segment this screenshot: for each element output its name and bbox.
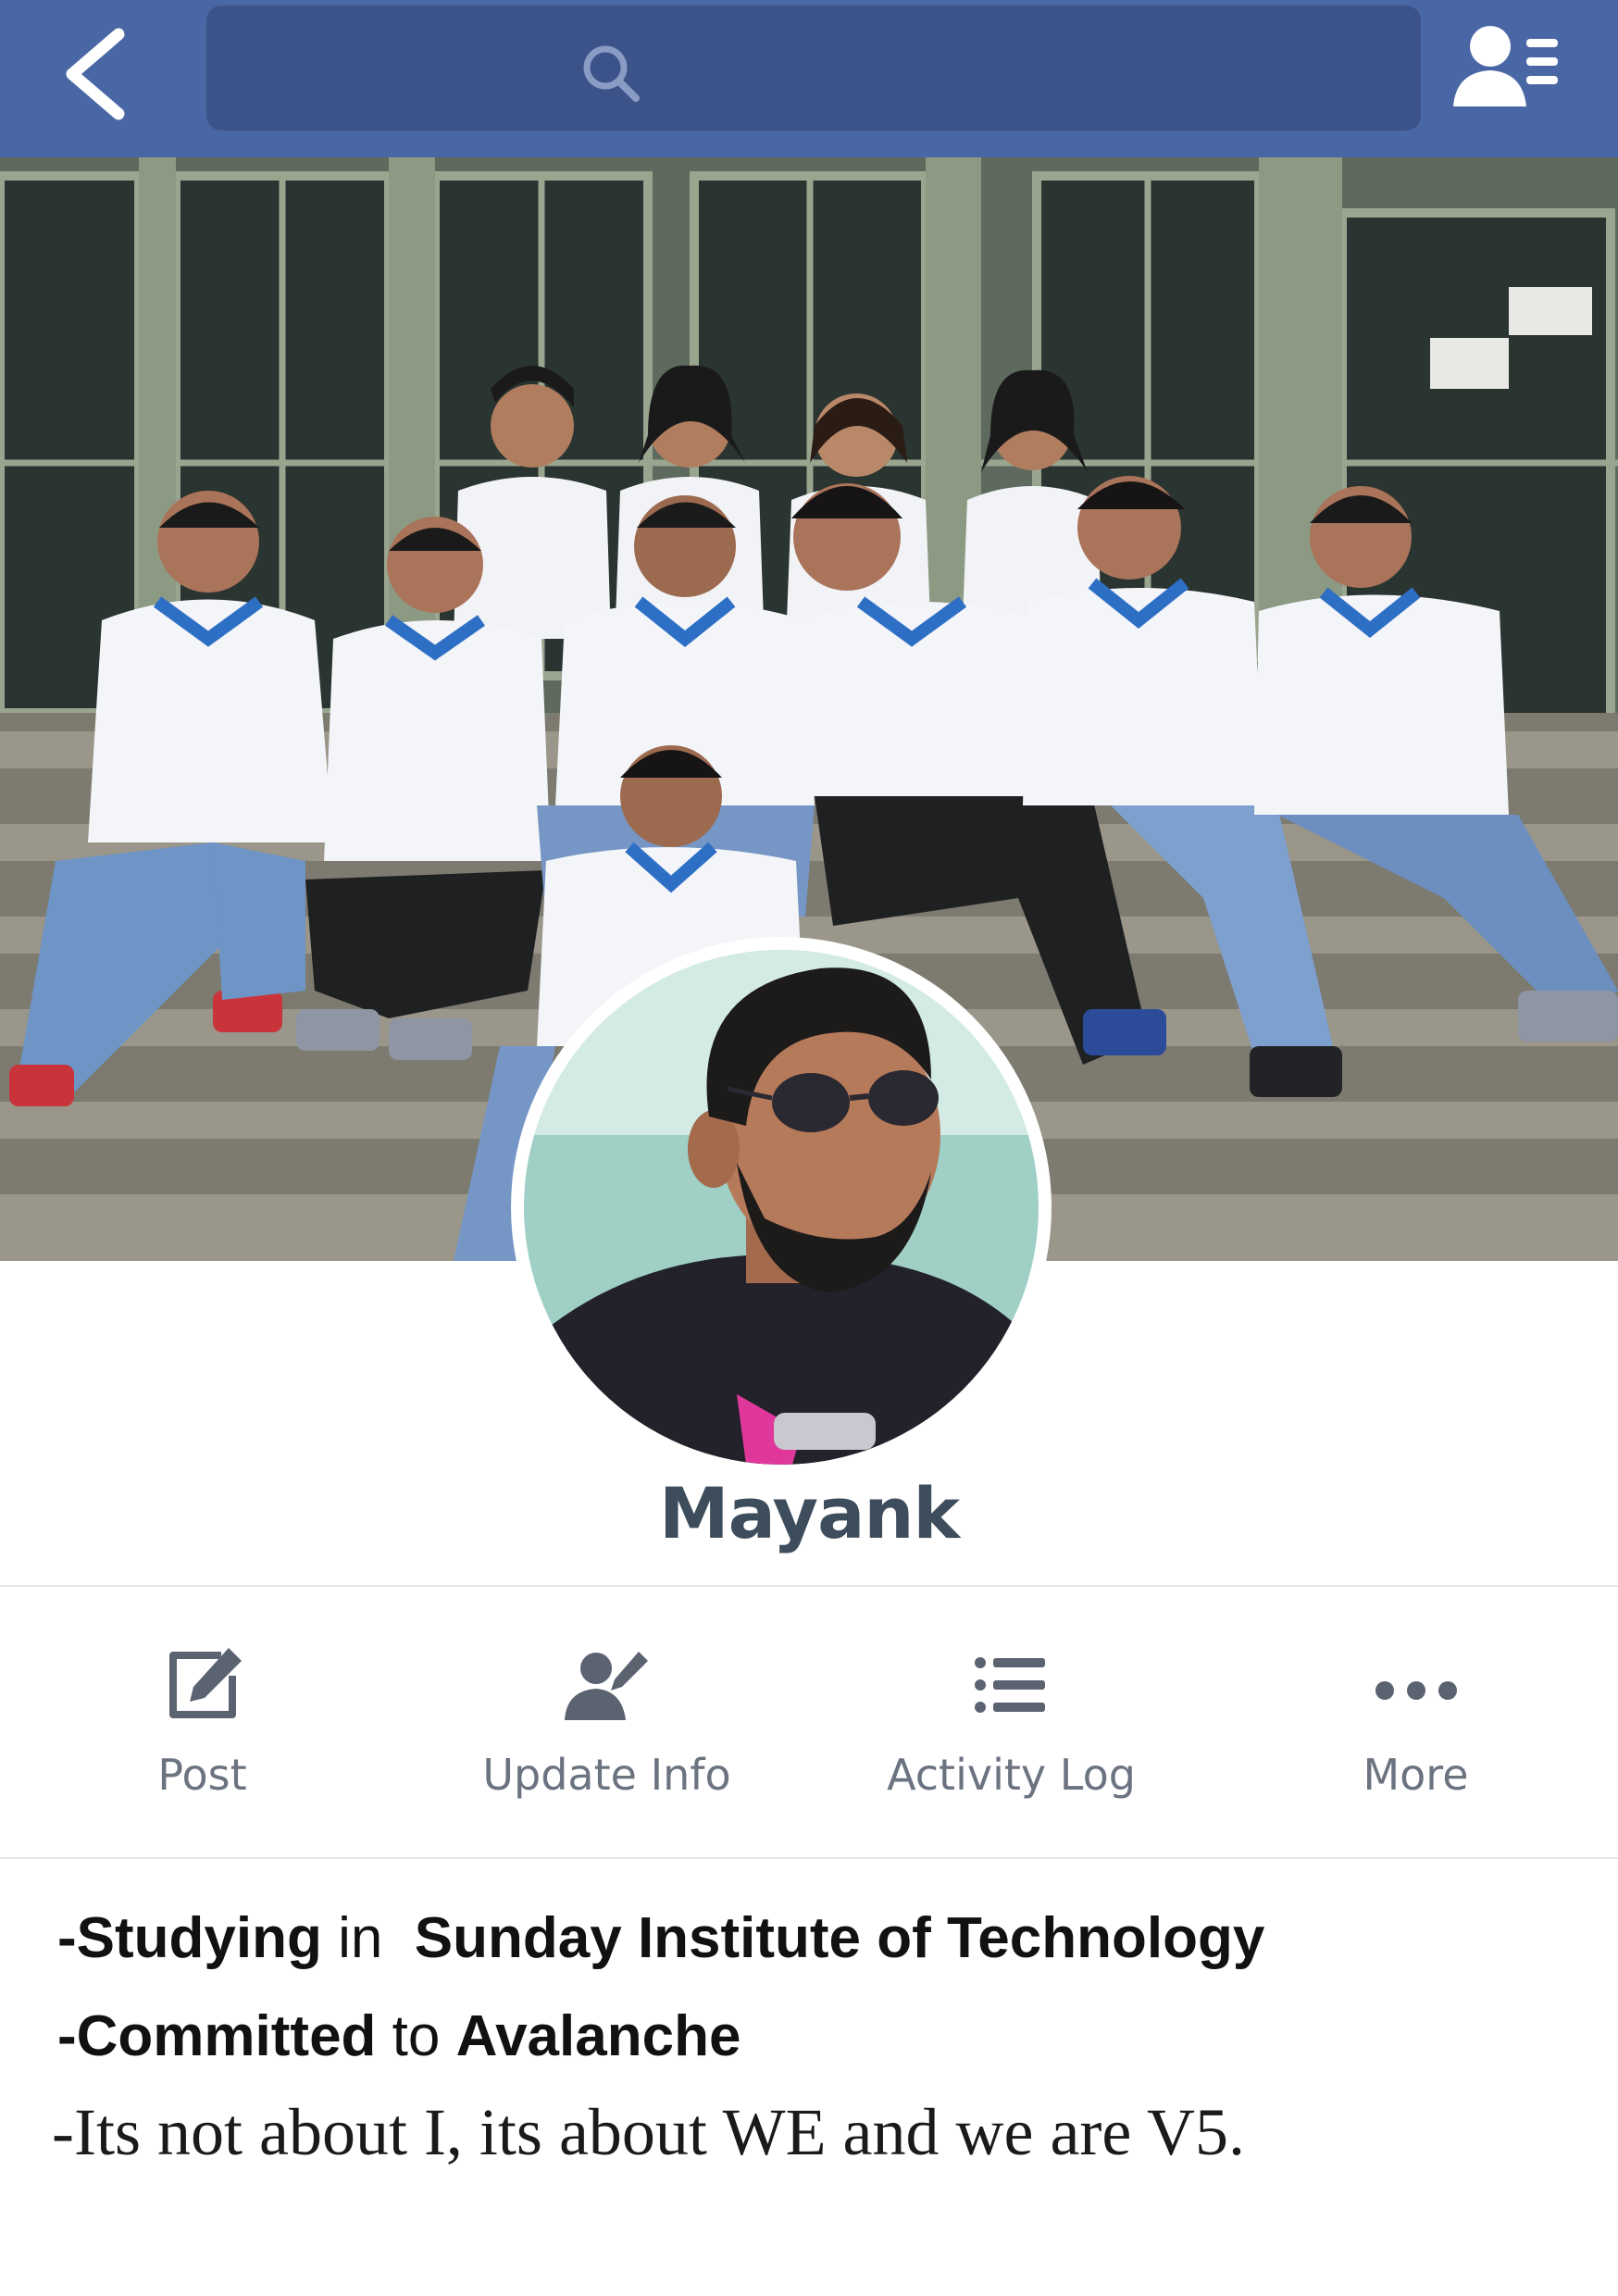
post-label: Post <box>157 1750 247 1800</box>
back-button[interactable] <box>56 23 139 125</box>
top-navigation-bar <box>0 0 1618 157</box>
bio-commitment-prefix: -Committed <box>57 2004 377 2068</box>
profile-actions-bar: Post Update Info Activity Log More <box>0 1587 1618 1855</box>
user-edit-icon <box>564 1652 648 1720</box>
update-info-button[interactable]: Update Info <box>404 1587 809 1855</box>
divider <box>0 1857 1618 1859</box>
bio-quote: -Its not about I, its about WE and we ar… <box>52 2095 1246 2169</box>
activity-log-button[interactable]: Activity Log <box>809 1587 1214 1855</box>
bio-education-institution: Sunday Institute of Technology <box>414 1906 1265 1970</box>
bio-commitment-connector: to <box>376 2004 456 2068</box>
activity-log-label: Activity Log <box>887 1750 1136 1800</box>
bio-commitment-org: Avalanche <box>455 2004 741 2068</box>
bio-education-connector: in <box>321 1906 415 1970</box>
profile-picture[interactable] <box>511 937 1052 1478</box>
search-icon <box>583 45 640 102</box>
profile-name: Mayank <box>658 1472 960 1554</box>
more-label: More <box>1363 1750 1469 1800</box>
post-button[interactable]: Post <box>0 1587 404 1855</box>
friend-list-button[interactable] <box>1449 19 1569 120</box>
more-button[interactable]: More <box>1214 1587 1618 1855</box>
bio-education-prefix: -Studying <box>57 1906 322 1970</box>
search-input[interactable] <box>206 6 1421 131</box>
bio-education: -Studying in Sunday Institute of Technol… <box>57 1905 1264 1971</box>
avatar <box>524 950 1039 1465</box>
update-info-label: Update Info <box>482 1750 731 1800</box>
friend-list-icon <box>1453 26 1558 106</box>
bio-commitment: -Committed to Avalanche <box>57 2003 741 2069</box>
chevron-left-icon <box>66 28 125 120</box>
more-dots-icon <box>1375 1681 1457 1700</box>
list-icon <box>974 1657 1045 1713</box>
edit-icon <box>168 1648 242 1718</box>
